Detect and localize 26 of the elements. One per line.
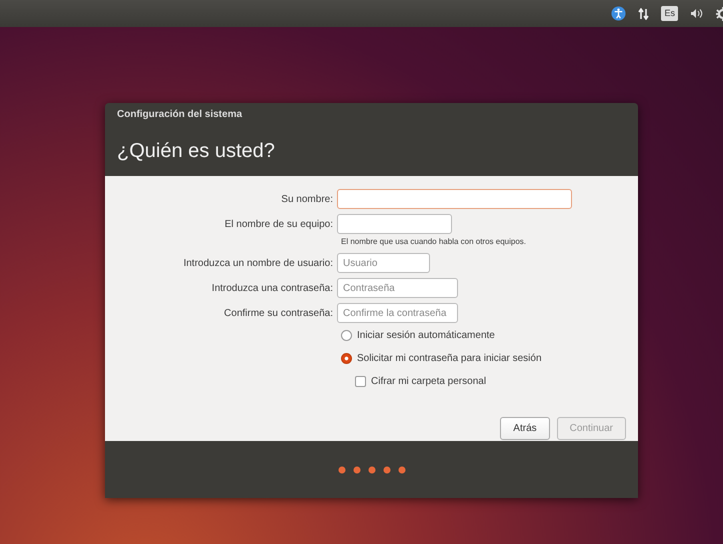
dialog-title: Configuración del sistema [117,108,244,122]
gear-icon[interactable] [716,6,723,20]
option-label: Solicitar mi contraseña para iniciar sesión [357,352,542,366]
accessibility-icon[interactable] [611,6,626,21]
dialog-heading: ¿Quién es usted? [117,139,276,164]
progress-dots-drawing [338,466,406,474]
option-label: Iniciar sesión automáticamente [357,329,495,343]
field-label: Introduzca un nombre de usuario: [182,256,334,270]
field-label: El nombre de su equipo: [224,218,334,232]
field-hint: El nombre que usa cuando habla con otros equipos. [341,236,528,248]
input-field[interactable] [337,189,572,209]
radio-button[interactable] [341,330,352,341]
input-field[interactable]: Confirme la contraseña [337,303,458,323]
option-label: Cifrar mi carpeta personal [371,375,486,389]
volume-icon[interactable] [690,8,704,19]
input-field[interactable]: Contraseña [337,278,458,298]
checkbox[interactable] [355,376,366,387]
back-button[interactable]: Atrás [500,417,550,440]
keyboard-layout-indicator[interactable]: Es [661,6,678,22]
field-label: Su nombre: [280,192,334,206]
field-label: Introduzca una contraseña: [210,282,334,296]
input-field[interactable]: Usuario [337,253,430,273]
input-field[interactable] [337,214,452,234]
field-label: Confirme su contraseña: [223,306,334,320]
network-arrows-icon[interactable] [638,8,650,20]
radio-button[interactable] [341,353,352,364]
